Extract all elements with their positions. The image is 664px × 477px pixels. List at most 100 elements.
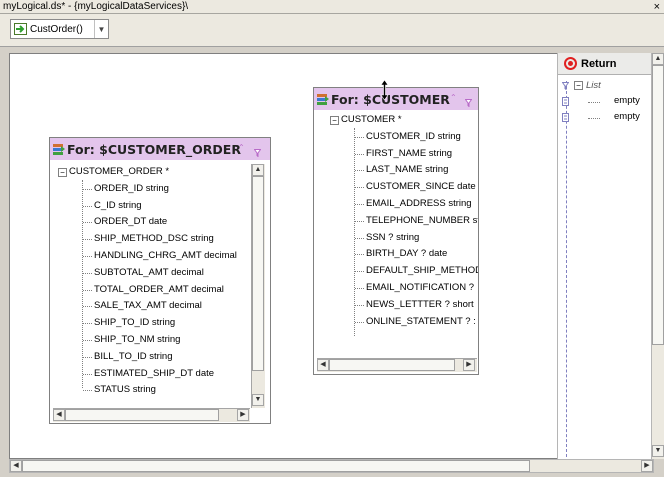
tree-field-row[interactable]: SALE_TAX_AMT decimal xyxy=(83,298,202,314)
field-label: BILL_TO_ID string xyxy=(94,350,173,362)
scroll-down-icon[interactable]: ▼ xyxy=(652,445,664,457)
tree-field-row[interactable]: STATUS string xyxy=(83,382,156,398)
tree-field-row[interactable]: ORDER_ID string xyxy=(83,181,169,197)
field-label: CUSTOMER_ID string xyxy=(366,130,461,142)
tree-field-row[interactable]: SUBTOTAL_AMT decimal xyxy=(83,265,204,281)
tree-field-row[interactable]: SSN ? string xyxy=(355,230,419,246)
scroll-up-icon[interactable]: ▲ xyxy=(652,53,664,65)
scroll-down-icon[interactable]: ▼ xyxy=(252,394,264,406)
collapse-tree-icon[interactable]: − xyxy=(58,167,67,177)
field-label: HANDLING_CHRG_AMT decimal xyxy=(94,250,237,261)
tree-field-row[interactable]: EMAIL_ADDRESS string xyxy=(355,196,472,212)
node-vertical-scrollbar[interactable]: ▲ ▼ xyxy=(251,164,265,408)
sequence-icon xyxy=(562,97,569,106)
scroll-thumb[interactable] xyxy=(329,359,455,371)
tree-connector xyxy=(83,239,92,241)
node-title: For: $CUSTOMER xyxy=(331,91,450,107)
return-pane[interactable]: Return − List empty empty xyxy=(557,53,652,459)
collapse-tree-icon[interactable]: − xyxy=(574,81,583,90)
tree-field-row[interactable]: HANDLING_CHRG_AMT decimal xyxy=(83,248,237,264)
field-label: C_ID string xyxy=(94,199,142,211)
tree-field-row[interactable]: SHIP_TO_ID string xyxy=(83,315,175,331)
tree-connector xyxy=(588,118,600,119)
tree-field-row[interactable]: BILL_TO_ID string xyxy=(83,349,173,365)
tree-field-row[interactable]: TOTAL_ORDER_AMT decimal xyxy=(83,282,224,298)
canvas-vertical-scrollbar[interactable]: ▲ ▼ xyxy=(651,53,664,459)
field-label: DEFAULT_SHIP_METHOD xyxy=(366,265,478,277)
scroll-thumb[interactable] xyxy=(652,65,664,345)
scroll-thumb[interactable] xyxy=(22,460,530,472)
scroll-left-icon[interactable]: ◀ xyxy=(53,409,65,421)
tree-field-row[interactable]: ORDER_DT date xyxy=(83,214,167,230)
return-title: Return xyxy=(581,57,617,70)
for-clause-icon xyxy=(53,143,65,155)
tree-connector xyxy=(355,321,364,323)
window-titlebar: myLogical.ds* - {myLogicalDataServices}\… xyxy=(0,0,664,14)
tree-connector xyxy=(355,304,364,306)
scroll-left-icon[interactable]: ◀ xyxy=(10,460,22,472)
tree-connector xyxy=(83,272,92,274)
close-icon[interactable]: × xyxy=(654,0,660,14)
root-element-label: CUSTOMER_ORDER * xyxy=(69,166,170,177)
collapse-icon[interactable]: ⌃ xyxy=(450,93,457,102)
tree-connector xyxy=(83,340,92,341)
tree-root[interactable]: − CUSTOMER * xyxy=(330,112,402,128)
tree-field-row[interactable]: TELEPHONE_NUMBER st xyxy=(355,213,478,229)
return-item: empty xyxy=(614,95,640,106)
chevron-down-icon[interactable]: ▼ xyxy=(94,20,108,38)
tree-field-row[interactable]: CUSTOMER_ID string xyxy=(355,129,461,145)
tree-connector xyxy=(83,188,92,190)
tree-field-row[interactable]: SHIP_METHOD_DSC string xyxy=(83,231,214,247)
canvas-horizontal-scrollbar[interactable]: ◀ ▶ xyxy=(9,459,654,473)
tree-field-row[interactable]: DEFAULT_SHIP_METHOD xyxy=(355,263,478,279)
for-customer-node[interactable]: For: $CUSTOMER ⌃ − CUSTOMER * CUSTOMER_I… xyxy=(313,87,479,375)
tree-field-row[interactable]: CUSTOMER_SINCE date xyxy=(355,179,476,195)
tree-field-row[interactable]: C_ID string xyxy=(83,198,142,214)
return-item: empty xyxy=(614,111,640,122)
tree-connector xyxy=(83,390,92,392)
field-tree[interactable]: − CUSTOMER * CUSTOMER_ID string FIRST_NAM… xyxy=(330,112,478,358)
scroll-right-icon[interactable]: ▶ xyxy=(237,409,249,421)
tree-field-row[interactable]: LAST_NAME string xyxy=(355,162,448,178)
field-label: SHIP_METHOD_DSC string xyxy=(94,233,214,245)
tree-field-row[interactable]: SHIP_TO_NM string xyxy=(83,332,180,348)
scroll-up-icon[interactable]: ▲ xyxy=(252,164,264,176)
scroll-thumb[interactable] xyxy=(65,409,219,421)
scroll-left-icon[interactable]: ◀ xyxy=(317,359,329,371)
list-label: List xyxy=(586,80,601,91)
function-selector[interactable]: CustOrder() ▼ xyxy=(10,19,109,39)
tree-connector xyxy=(355,187,364,189)
scroll-thumb[interactable] xyxy=(252,176,264,371)
for-customer-order-node[interactable]: For: $CUSTOMER_ORDER ⌃ − CUSTOMER_ORDER … xyxy=(49,137,271,424)
scroll-right-icon[interactable]: ▶ xyxy=(641,460,653,472)
node-horizontal-scrollbar[interactable]: ◀ ▶ xyxy=(53,408,250,422)
node-header[interactable]: For: $CUSTOMER ⌃ xyxy=(314,88,478,110)
return-header[interactable]: Return xyxy=(558,53,652,75)
tree-root[interactable]: − CUSTOMER_ORDER * xyxy=(58,164,169,180)
tree-field-row[interactable]: ONLINE_STATEMENT ? : xyxy=(355,314,476,330)
field-label: TELEPHONE_NUMBER st xyxy=(366,214,478,226)
scroll-right-icon[interactable]: ▶ xyxy=(463,359,475,371)
filter-icon[interactable] xyxy=(562,81,569,90)
tree-field-row[interactable]: FIRST_NAME string xyxy=(355,146,452,162)
tree-field-row[interactable]: BIRTH_DAY ? date xyxy=(355,246,447,262)
tree-field-row[interactable]: NEWS_LETTTER ? short xyxy=(355,297,474,313)
field-label: SSN ? string xyxy=(366,231,420,243)
filter-icon[interactable] xyxy=(253,145,262,158)
field-tree[interactable]: − CUSTOMER_ORDER * ORDER_ID string C_ID s… xyxy=(58,164,250,408)
collapse-icon[interactable]: ⌃ xyxy=(238,143,245,152)
tree-connector xyxy=(355,153,364,155)
filter-icon[interactable] xyxy=(464,95,473,108)
collapse-tree-icon[interactable]: − xyxy=(330,115,339,125)
node-horizontal-scrollbar[interactable]: ◀ ▶ xyxy=(317,358,477,372)
node-header[interactable]: For: $CUSTOMER_ORDER ⌃ xyxy=(50,138,270,160)
tree-field-row[interactable]: EMAIL_NOTIFICATION ? xyxy=(355,280,474,296)
tree-field-row[interactable]: ESTIMATED_SHIP_DT date xyxy=(83,366,214,382)
tree-connector xyxy=(355,254,364,256)
field-label: ESTIMATED_SHIP_DT date xyxy=(94,367,215,379)
for-clause-icon xyxy=(317,93,329,105)
sequence-icon xyxy=(562,113,569,122)
field-label: EMAIL_ADDRESS string xyxy=(366,198,472,209)
return-list-row[interactable]: − List xyxy=(562,80,601,91)
function-arrow-icon xyxy=(14,23,27,35)
